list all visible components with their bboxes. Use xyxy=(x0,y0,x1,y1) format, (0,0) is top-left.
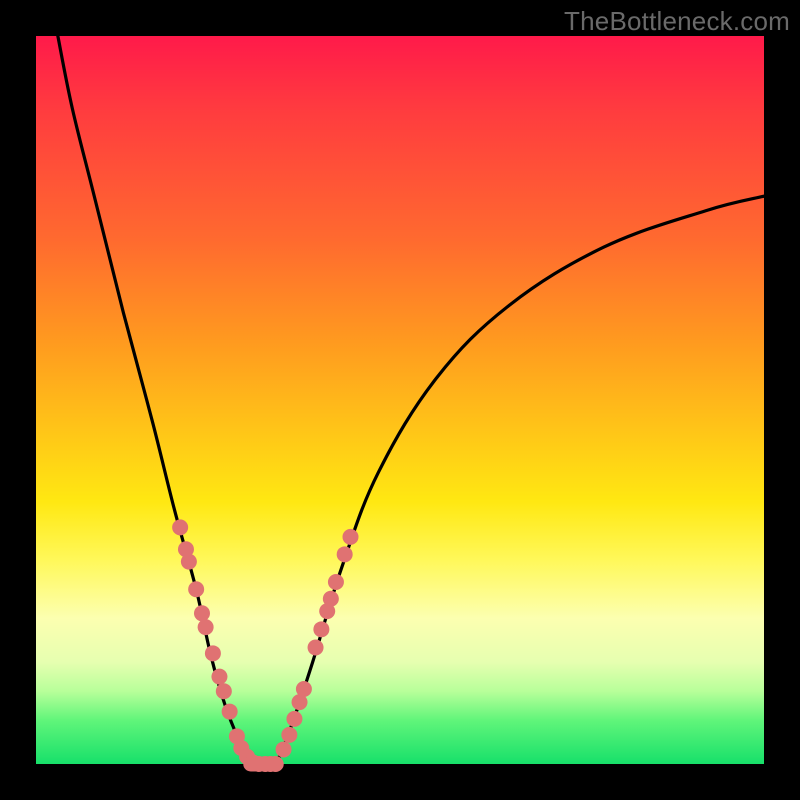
data-marker xyxy=(323,591,339,607)
data-marker xyxy=(342,529,358,545)
data-marker xyxy=(308,640,324,656)
data-marker xyxy=(181,554,197,570)
data-marker xyxy=(216,683,232,699)
data-marker xyxy=(268,756,284,772)
bottleneck-curve-left xyxy=(58,36,251,764)
data-marker xyxy=(198,619,214,635)
data-marker xyxy=(172,519,188,535)
data-marker xyxy=(211,669,227,685)
data-marker xyxy=(205,645,221,661)
chart-plot-area xyxy=(36,36,764,764)
data-marker xyxy=(194,605,210,621)
data-marker xyxy=(296,681,312,697)
chart-frame: TheBottleneck.com xyxy=(0,0,800,800)
data-marker xyxy=(276,741,292,757)
data-marker xyxy=(328,574,344,590)
data-marker xyxy=(337,546,353,562)
bottleneck-curve-right xyxy=(276,196,764,764)
marker-layer xyxy=(172,519,358,772)
curve-layer xyxy=(58,36,764,764)
data-marker xyxy=(313,621,329,637)
data-marker xyxy=(188,581,204,597)
data-marker xyxy=(286,711,302,727)
data-marker xyxy=(222,704,238,720)
data-marker xyxy=(281,727,297,743)
watermark-text: TheBottleneck.com xyxy=(564,6,790,37)
chart-svg xyxy=(36,36,764,764)
